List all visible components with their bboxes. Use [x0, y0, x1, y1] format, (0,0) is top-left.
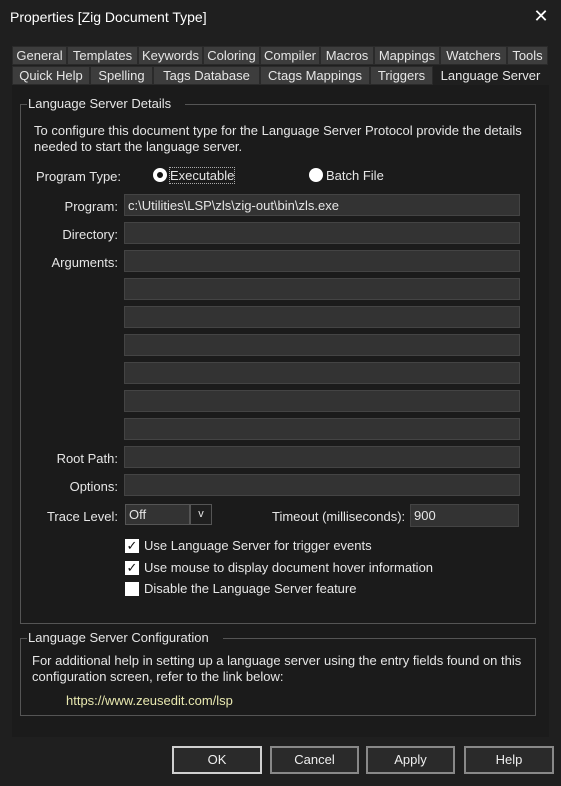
tab-macros[interactable]: Macros	[320, 46, 374, 65]
program-input[interactable]	[124, 194, 520, 216]
arguments-label: Arguments:	[51, 255, 118, 270]
trace-level-select[interactable]: Off	[125, 504, 190, 525]
cancel-button[interactable]: Cancel	[270, 746, 359, 774]
program-label: Program:	[64, 199, 118, 214]
tab-tags-database[interactable]: Tags Database	[153, 66, 260, 85]
tab-templates[interactable]: Templates	[67, 46, 138, 65]
config-text: For additional help in setting up a lang…	[32, 653, 522, 684]
tab-general[interactable]: General	[12, 46, 67, 65]
tab-spelling[interactable]: Spelling	[90, 66, 153, 85]
tab-triggers[interactable]: Triggers	[370, 66, 433, 85]
checkbox-label[interactable]: Disable the Language Server feature	[144, 581, 356, 596]
root-path-input[interactable]	[124, 446, 520, 468]
tab-compiler[interactable]: Compiler	[260, 46, 320, 65]
radio-unselected-icon	[309, 168, 323, 182]
tab-keywords[interactable]: Keywords	[138, 46, 203, 65]
window-title: Properties [Zig Document Type]	[10, 9, 207, 25]
ok-button[interactable]: OK	[172, 746, 262, 774]
checkbox-checked[interactable]: ✓	[125, 539, 139, 553]
arguments-input[interactable]	[124, 306, 520, 328]
close-icon[interactable]: ✕	[530, 4, 552, 28]
tab-ctags-mappings[interactable]: Ctags Mappings	[260, 66, 370, 85]
arguments-input[interactable]	[124, 278, 520, 300]
details-intro: To configure this document type for the …	[34, 123, 522, 154]
arguments-input[interactable]	[124, 418, 520, 440]
arguments-input[interactable]	[124, 362, 520, 384]
directory-input[interactable]	[124, 222, 520, 244]
radio-selected-icon	[153, 168, 167, 182]
tab-tools[interactable]: Tools	[507, 46, 548, 65]
tab-quick-help[interactable]: Quick Help	[12, 66, 90, 85]
timeout-input[interactable]	[410, 504, 519, 527]
checkbox-unchecked[interactable]	[125, 582, 139, 596]
help-button[interactable]: Help	[464, 746, 554, 774]
arguments-input[interactable]	[124, 390, 520, 412]
radio-batch-label: Batch File	[326, 168, 384, 183]
checkbox-checked[interactable]: ✓	[125, 560, 139, 575]
apply-button[interactable]: Apply	[366, 746, 455, 774]
trace-level-dropdown-button[interactable]: v	[190, 504, 212, 525]
root-path-label: Root Path:	[56, 451, 118, 466]
lsp-help-link[interactable]: https://www.zeusedit.com/lsp	[66, 693, 233, 708]
program-type-label: Program Type:	[36, 169, 122, 184]
options-label: Options:	[69, 479, 118, 494]
tab-coloring[interactable]: Coloring	[203, 46, 260, 65]
directory-label: Directory:	[62, 227, 118, 242]
radio-executable-label: Executable	[168, 167, 236, 184]
details-legend: Language Server Details	[27, 96, 186, 111]
config-legend: Language Server Configuration	[27, 630, 223, 645]
checkbox-label[interactable]: Use Language Server for trigger events	[144, 538, 372, 553]
trace-level-label: Trace Level:	[46, 509, 118, 524]
timeout-label: Timeout (milliseconds):	[272, 509, 406, 524]
arguments-input[interactable]	[124, 334, 520, 356]
options-input[interactable]	[124, 474, 520, 496]
tab-mappings[interactable]: Mappings	[374, 46, 440, 65]
arguments-input[interactable]	[124, 250, 520, 272]
tab-language-server[interactable]: Language Server	[433, 66, 548, 85]
checkbox-label[interactable]: Use mouse to display document hover info…	[144, 560, 433, 575]
tab-watchers[interactable]: Watchers	[440, 46, 507, 65]
